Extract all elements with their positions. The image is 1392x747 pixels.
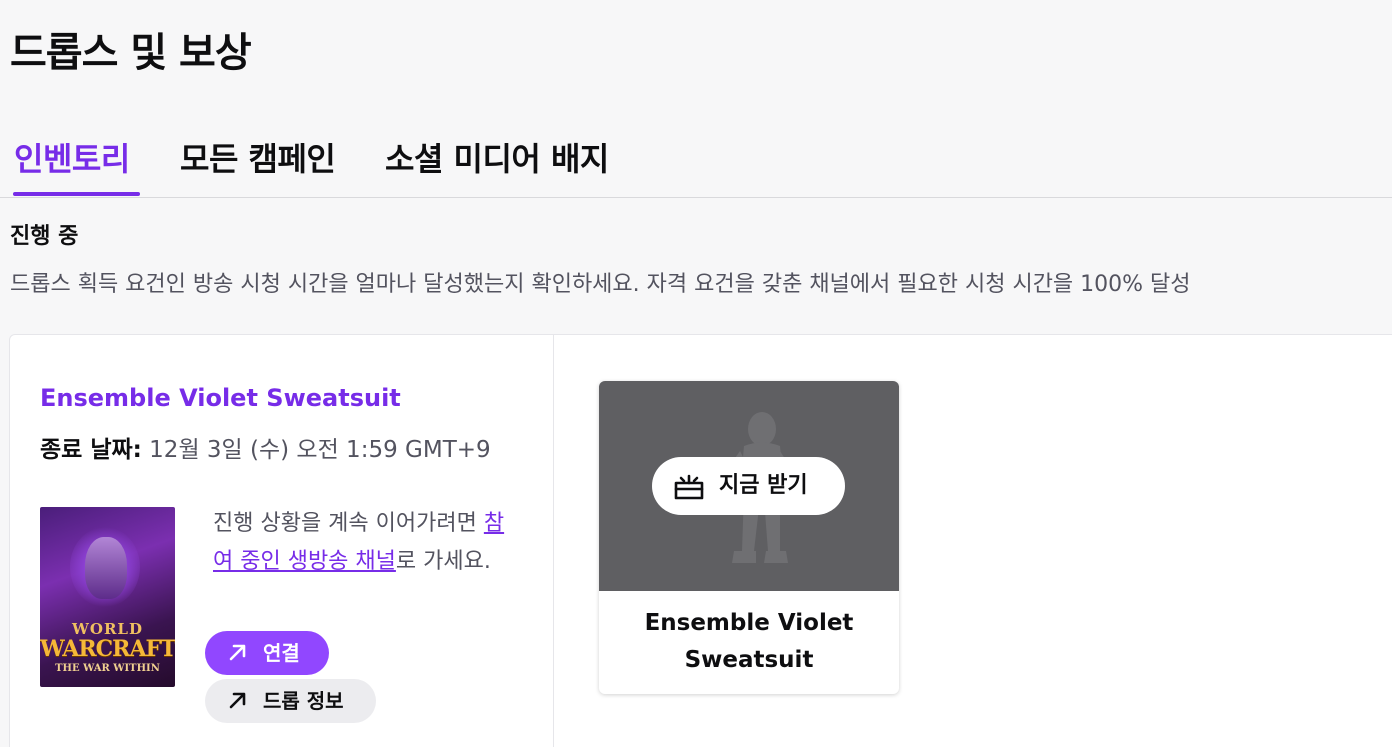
end-date-label: 종료 날짜: — [40, 437, 142, 463]
campaign-card: Ensemble Violet Sweatsuit 종료 날짜: 12월 3일 … — [9, 334, 1392, 747]
reward-name: Ensemble Violet Sweatsuit — [644, 610, 854, 673]
drop-info-button[interactable]: 드롭 정보 — [205, 679, 376, 723]
tab-social-media-badges[interactable]: 소셜 미디어 배지 — [385, 137, 609, 197]
external-arrow-icon — [229, 644, 246, 661]
active-tab-indicator — [13, 192, 140, 196]
page-title: 드롭스 및 보상 — [10, 30, 252, 76]
game-box-art[interactable]: WORLD WARCRAFT THE WAR WITHIN — [40, 507, 175, 687]
reward-card: 지금 받기 Ensemble Violet Sweatsuit — [599, 381, 899, 694]
claim-now-label: 지금 받기 — [719, 473, 808, 498]
progress-text-after: 로 가세요. — [395, 549, 491, 574]
external-arrow-icon — [229, 692, 246, 709]
connect-button-label: 연결 — [263, 641, 300, 665]
campaign-title[interactable]: Ensemble Violet Sweatsuit — [40, 381, 401, 415]
tab-inventory[interactable]: 인벤토리 — [14, 137, 130, 197]
connect-button[interactable]: 연결 — [205, 631, 329, 675]
gift-box-icon — [674, 474, 704, 500]
end-date: 종료 날짜: 12월 3일 (수) 오전 1:59 GMT+9 — [40, 433, 491, 467]
game-logo-line2: WARCRAFT — [40, 636, 175, 662]
progress-instructions: 진행 상황을 계속 이어가려면 참여 중인 생방송 채널로 가세요. — [213, 505, 518, 581]
claim-now-button[interactable]: 지금 받기 — [652, 457, 845, 515]
progress-text-before: 진행 상황을 계속 이어가려면 — [213, 511, 484, 536]
reward-image: 지금 받기 — [599, 381, 899, 591]
section-heading: 진행 중 — [10, 224, 79, 249]
end-date-value: 12월 3일 (수) 오전 1:59 GMT+9 — [149, 437, 491, 463]
game-logo-line3: THE WAR WITHIN — [55, 663, 160, 674]
tab-all-campaigns[interactable]: 모든 캠페인 — [180, 137, 336, 197]
drop-info-button-label: 드롭 정보 — [263, 689, 344, 713]
art-character — [85, 537, 127, 599]
campaign-info: Ensemble Violet Sweatsuit 종료 날짜: 12월 3일 … — [10, 335, 554, 747]
tab-bar: 인벤토리 모든 캠페인 소셜 미디어 배지 — [0, 125, 1392, 198]
section-description: 드롭스 획득 요건인 방송 시청 시간을 얼마나 달성했는지 확인하세요. 자격… — [10, 272, 1191, 297]
